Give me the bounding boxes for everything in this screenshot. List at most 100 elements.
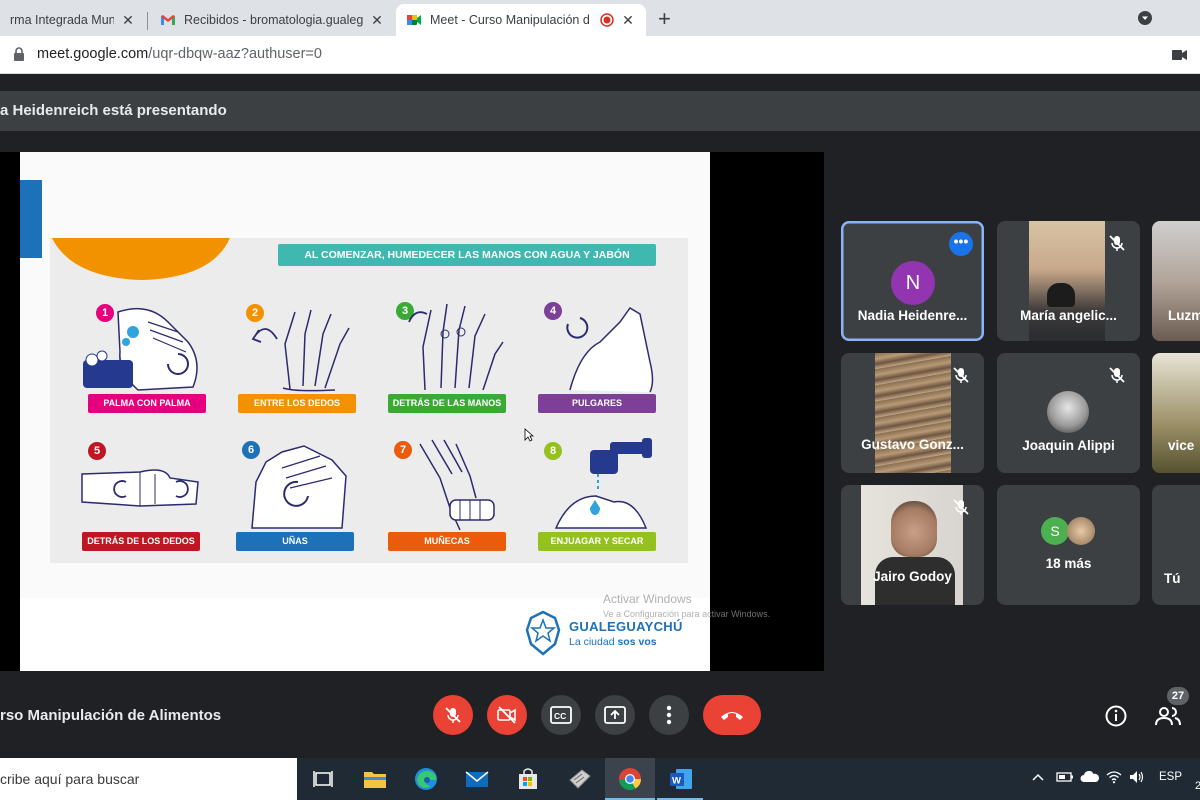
participant-tile-nadia[interactable]: N ••• Nadia Heidenre...	[841, 221, 984, 341]
camera-icon[interactable]	[1172, 48, 1188, 62]
more-options-button[interactable]	[649, 695, 689, 735]
participant-count-badge: 27	[1167, 687, 1189, 705]
url-path: /uqr-dbqw-aaz?authuser=0	[148, 46, 322, 62]
mouse-cursor-icon	[524, 428, 534, 442]
more-options-icon[interactable]: •••	[949, 232, 973, 256]
step-label: PULGARES	[538, 394, 656, 413]
wifi-icon[interactable]	[1106, 770, 1122, 784]
meeting-title: rso Manipulación de Alimentos	[0, 707, 222, 724]
avatar: S	[1041, 517, 1069, 545]
step-label: DETRÁS DE LAS MANOS	[388, 394, 506, 413]
participant-name: Luzm	[1168, 308, 1200, 323]
participant-tile-luz[interactable]: Luzm	[1152, 221, 1200, 341]
hands-thumbs-illustration	[566, 307, 654, 393]
tab-gmail[interactable]: Recibidos - bromatologia.gualeg ✕	[150, 4, 395, 36]
participant-tile-more[interactable]: S 18 más	[997, 485, 1140, 605]
participant-name: 18 más	[1045, 556, 1092, 571]
recording-icon	[600, 13, 614, 27]
hands-rinse-faucet-illustration	[554, 438, 652, 529]
tab-divider	[147, 12, 148, 30]
hang-up-icon	[721, 712, 743, 720]
mic-off-icon	[445, 707, 461, 723]
hands-palm-illustration	[83, 307, 198, 391]
captions-icon: CC	[550, 706, 572, 724]
mic-toggle-button[interactable]	[433, 695, 473, 735]
participant-name: Gustavo Gonz...	[861, 437, 964, 452]
url-text[interactable]: meet.google.com/uqr-dbqw-aaz?authuser=0	[37, 46, 322, 62]
chevron-up-icon[interactable]	[1032, 772, 1044, 782]
mic-off-icon	[1109, 367, 1125, 383]
participant-video	[875, 353, 951, 473]
hands-back-fingers-illustration	[81, 469, 199, 507]
task-view-icon[interactable]	[310, 766, 336, 792]
present-screen-icon	[604, 706, 626, 724]
close-icon[interactable]: ✕	[620, 12, 636, 28]
camera-toggle-button[interactable]	[487, 695, 527, 735]
file-explorer-icon[interactable]	[362, 766, 388, 792]
step-label: MUÑECAS	[388, 532, 506, 551]
participant-tile-jairo[interactable]: Jairo Godoy	[841, 485, 984, 605]
tab-meet[interactable]: Meet - Curso Manipulación d ✕	[396, 4, 646, 36]
slide-accent-bar	[20, 180, 42, 258]
presentation-stage: AL COMENZAR, HUMEDECER LAS MANOS CON AGU…	[0, 152, 824, 671]
participant-tile-self[interactable]: Tú	[1152, 485, 1200, 605]
printer-app-icon[interactable]	[566, 766, 592, 792]
captions-button[interactable]: CC	[541, 695, 581, 735]
svg-text:W: W	[672, 776, 681, 787]
close-icon[interactable]: ✕	[120, 12, 136, 28]
store-icon[interactable]	[515, 766, 541, 792]
hands-between-fingers-illustration	[251, 309, 350, 392]
hands-wrist-illustration	[419, 439, 495, 531]
gmail-icon	[161, 15, 175, 25]
tab-title: Meet - Curso Manipulación d	[430, 13, 590, 27]
chrome-icon[interactable]	[617, 766, 643, 792]
windows-activation-subtitle: Ve a Configuración para activar Windows.	[603, 609, 771, 619]
present-screen-button[interactable]	[595, 695, 635, 735]
tab-search-icon[interactable]	[1137, 10, 1153, 26]
svg-text:CC: CC	[554, 711, 566, 721]
close-icon[interactable]: ✕	[369, 12, 385, 28]
presenting-bar: a Heidenreich está presentando	[0, 91, 1200, 131]
volume-icon[interactable]	[1129, 770, 1145, 784]
mail-icon[interactable]	[464, 766, 490, 792]
participant-video-face	[891, 501, 937, 557]
windows-activation-title: Activar Windows	[603, 592, 692, 606]
step-label: ENJUAGAR Y SECAR	[538, 532, 656, 551]
windows-taskbar: cribe aquí para buscar W ESP 2	[0, 758, 1200, 800]
cloud-icon[interactable]	[1080, 771, 1100, 783]
clock-partial[interactable]: 2	[1195, 780, 1200, 792]
meet-icon	[407, 15, 421, 25]
hands-back-illustration	[408, 303, 504, 391]
mic-off-icon	[953, 367, 969, 383]
word-icon[interactable]: W	[668, 766, 694, 792]
participant-tile-maria[interactable]: María angelic...	[997, 221, 1140, 341]
brand-tagline-bold: sos vos	[617, 636, 657, 648]
input-language-indicator[interactable]: ESP	[1159, 771, 1182, 783]
step-label: DETRÁS DE LOS DEDOS	[82, 532, 200, 551]
participant-tile-gustavo[interactable]: Gustavo Gonz...	[841, 353, 984, 473]
participant-name: vice	[1168, 438, 1195, 453]
participant-name: Nadia Heidenre...	[857, 308, 968, 323]
participant-video	[1029, 221, 1105, 341]
participants-icon[interactable]	[1155, 706, 1181, 726]
url-host: meet.google.com	[37, 46, 149, 62]
taskbar-search-placeholder: cribe aquí para buscar	[0, 771, 140, 787]
avatar: N	[891, 261, 935, 305]
end-call-button[interactable]	[703, 695, 761, 735]
lock-icon[interactable]	[13, 47, 25, 62]
participant-video	[1152, 221, 1200, 341]
presenting-text: a Heidenreich está presentando	[0, 102, 227, 119]
participant-tile-joaquin[interactable]: Joaquin Alippi	[997, 353, 1140, 473]
taskbar-search-box[interactable]: cribe aquí para buscar	[0, 758, 297, 800]
address-bar[interactable]: meet.google.com/uqr-dbqw-aaz?authuser=0	[0, 36, 1200, 74]
edge-browser-icon[interactable]	[413, 766, 439, 792]
battery-icon[interactable]	[1056, 771, 1074, 783]
participant-video	[1152, 353, 1200, 473]
tab-municipal[interactable]: rma Integrada Munici ✕	[0, 4, 146, 36]
new-tab-button[interactable]: +	[658, 6, 671, 32]
participant-tile-vice[interactable]: vice	[1152, 353, 1200, 473]
participant-name: María angelic...	[1020, 308, 1117, 323]
step-label: PALMA CON PALMA	[88, 394, 206, 413]
meeting-info-icon[interactable]	[1105, 705, 1127, 727]
mic-off-icon	[1109, 235, 1125, 251]
